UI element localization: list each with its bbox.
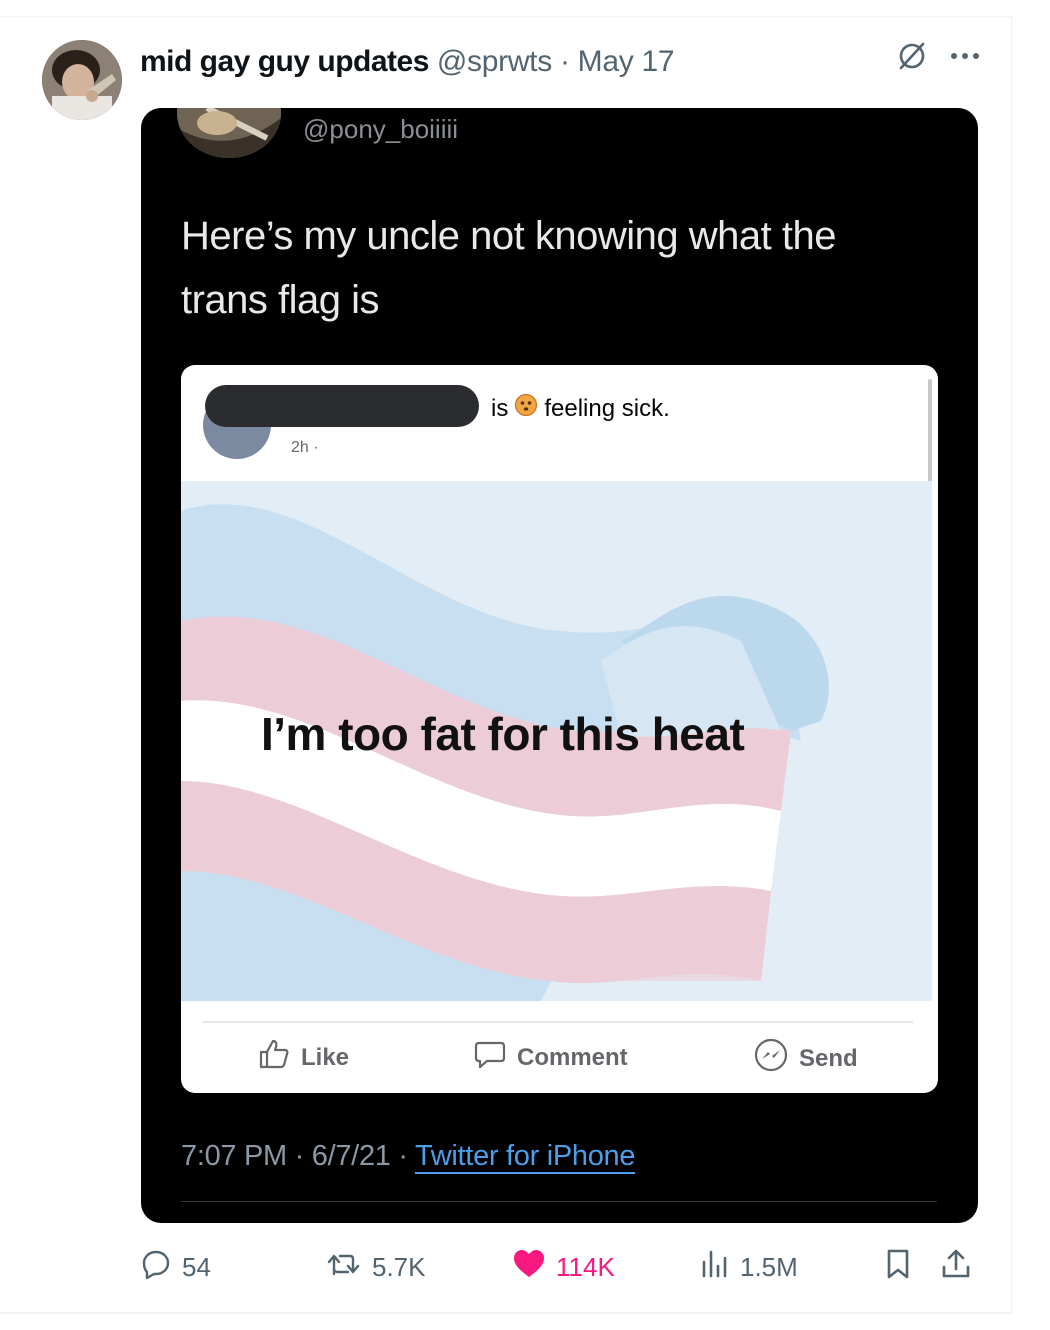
bookmark-button[interactable] (884, 1248, 912, 1287)
fb-comment-label: Comment (517, 1043, 628, 1071)
views-chart-icon (698, 1248, 730, 1287)
inner-tweet-meta: 7:07 PM · 6/7/21 · Twitter for iPhone (181, 1140, 636, 1174)
comment-bubble-icon (473, 1037, 507, 1078)
redacted-name (205, 385, 479, 427)
views-count: 1.5M (740, 1252, 798, 1282)
image-caption: I’m too fat for this heat (261, 708, 745, 760)
avatar[interactable] (42, 40, 122, 120)
thumbs-up-icon (257, 1037, 291, 1078)
flag-image: I’m too fat for this heat (181, 481, 932, 1001)
reply-button[interactable]: 54 (140, 1248, 211, 1287)
inner-text-line: trans flag is (181, 278, 380, 322)
like-count: 114K (556, 1252, 615, 1282)
fb-comment-button[interactable]: Comment (473, 1037, 628, 1078)
fb-like-button[interactable]: Like (257, 1037, 349, 1078)
fb-post-time: 2h · (291, 439, 319, 456)
share-button[interactable] (940, 1248, 972, 1287)
retweet-button[interactable]: 5.7K (326, 1248, 426, 1287)
fb-status: is feeling sick. (491, 393, 670, 424)
inner-handle: @pony_boiiiii (303, 114, 459, 144)
sick-emoji-icon (514, 393, 538, 424)
divider (0, 1312, 1012, 1313)
fb-status-is: is (491, 394, 509, 422)
quoted-screenshot[interactable]: @pony_boiiiii Here’s my uncle not knowin… (141, 108, 978, 1223)
more-icon[interactable] (950, 51, 980, 61)
fb-send-button[interactable]: Send (753, 1037, 858, 1080)
handle-and-date[interactable]: @sprwts · May 17 (437, 45, 675, 79)
fb-status-feeling: feeling sick. (544, 394, 670, 422)
inner-avatar (177, 108, 281, 158)
fb-send-label: Send (799, 1044, 858, 1072)
heart-icon (512, 1248, 546, 1287)
fb-divider (203, 1021, 913, 1023)
inner-divider (181, 1201, 937, 1202)
fb-like-label: Like (301, 1043, 350, 1071)
retweet-count: 5.7K (372, 1252, 426, 1282)
inner-text-line: Here’s my uncle not knowing what the (181, 214, 836, 258)
avatar-photo (42, 40, 122, 120)
fb-actions: Like Comment Send (181, 1037, 932, 1081)
bookmark-icon (884, 1248, 912, 1287)
messenger-icon (753, 1037, 789, 1080)
header-icons (896, 40, 980, 72)
like-button[interactable]: 114K (512, 1248, 615, 1287)
inner-tweet-text: Here’s my uncle not knowing what the tra… (181, 204, 941, 332)
reply-count: 54 (182, 1252, 211, 1282)
retweet-icon (326, 1248, 362, 1287)
tweet-header: mid gay guy updates @sprwts · May 17 (140, 42, 675, 82)
grok-icon[interactable] (896, 40, 928, 72)
reply-icon (140, 1248, 172, 1287)
tweet-actions: 54 5.7K 114K 1.5M (140, 1248, 980, 1288)
inner-timestamp: 7:07 PM · 6/7/21 · (181, 1140, 415, 1172)
views-button[interactable]: 1.5M (698, 1248, 798, 1287)
source-link[interactable]: Twitter for iPhone (414, 1140, 636, 1174)
display-name[interactable]: mid gay guy updates (140, 45, 429, 79)
share-icon (940, 1248, 972, 1287)
facebook-post-card: 2h · is feeling sick. I’m too fat for th… (181, 365, 938, 1093)
